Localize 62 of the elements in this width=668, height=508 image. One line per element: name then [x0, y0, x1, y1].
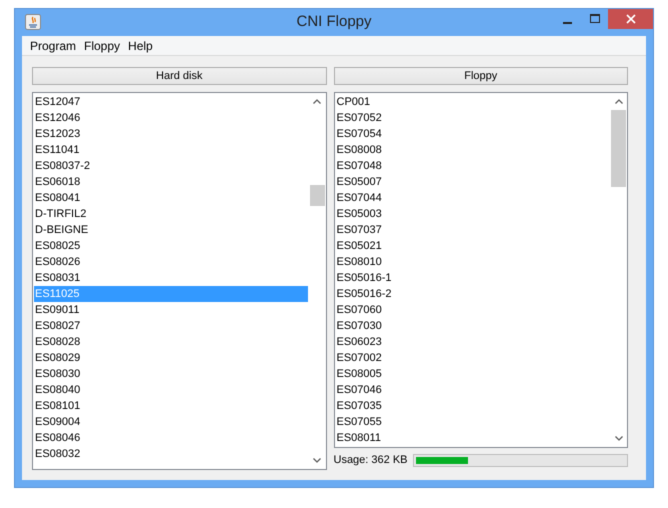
scroll-up-icon[interactable]	[614, 99, 622, 104]
list-item[interactable]: ES09011	[34, 302, 308, 318]
menu-item[interactable]: Program	[26, 36, 80, 54]
list-item[interactable]: ES08025	[34, 238, 308, 254]
list-item[interactable]: CP001	[336, 94, 609, 110]
list-item[interactable]: ES08028	[34, 334, 308, 350]
scroll-thumb[interactable]	[611, 110, 626, 187]
list-item[interactable]: ES08008	[336, 142, 609, 158]
app-icon	[25, 14, 41, 30]
list-item[interactable]: ES12023	[34, 126, 308, 142]
close-button[interactable]	[608, 9, 653, 29]
list-item[interactable]: ES05021	[336, 238, 609, 254]
list-item[interactable]: ES05016-2	[336, 286, 609, 302]
minimize-icon	[563, 22, 572, 24]
window-title: CNI Floppy	[296, 12, 372, 32]
usage-label: Usage: 362 KB	[334, 452, 408, 468]
list-item[interactable]: ES08037-2	[34, 158, 308, 174]
list-item[interactable]: ES07060	[336, 302, 609, 318]
list-item[interactable]: ES07044	[336, 190, 609, 206]
list-item[interactable]: ES05007	[336, 174, 609, 190]
list-item[interactable]: ES07002	[336, 350, 609, 366]
close-icon	[626, 14, 636, 24]
list-item[interactable]: ES08027	[34, 318, 308, 334]
list-item[interactable]: ES05016-1	[336, 270, 609, 286]
maximize-icon	[590, 14, 600, 24]
scroll-up-icon[interactable]	[313, 99, 321, 104]
list-item[interactable]: ES07035	[336, 398, 609, 414]
list-item[interactable]: D-BEIGNE	[34, 222, 308, 238]
list-item[interactable]: ES07052	[336, 110, 609, 126]
list-item[interactable]: ES08041	[34, 190, 308, 206]
list-item[interactable]: ES07055	[336, 414, 609, 430]
list-item[interactable]: ES07046	[336, 382, 609, 398]
list-item[interactable]: ES08032	[34, 446, 308, 462]
menu-item[interactable]: Floppy	[80, 36, 124, 54]
list-item[interactable]: ES08026	[34, 254, 308, 270]
list-item[interactable]: ES08029	[34, 350, 308, 366]
scroll-thumb[interactable]	[310, 185, 324, 206]
scroll-down-icon[interactable]	[313, 458, 321, 463]
list-item[interactable]: ES05003	[336, 206, 609, 222]
list-item[interactable]: ES07048	[336, 158, 609, 174]
list-item[interactable]: ES08010	[336, 254, 609, 270]
panel-button[interactable]: Floppy	[334, 67, 628, 85]
list-item[interactable]: ES11041	[34, 142, 308, 158]
list-item[interactable]: ES07037	[336, 222, 609, 238]
menu-item[interactable]: Help	[124, 36, 157, 54]
list-item[interactable]: ES09004	[34, 414, 308, 430]
list-item[interactable]: ES08005	[336, 366, 609, 382]
list-item[interactable]: ES08031	[34, 270, 308, 286]
panel-button[interactable]: Hard disk	[32, 67, 326, 85]
list-item[interactable]: ES08030	[34, 366, 308, 382]
list-item[interactable]: ES12046	[34, 110, 308, 126]
list-item[interactable]: D-TIRFIL2	[34, 206, 308, 222]
list-item[interactable]: ES08101	[34, 398, 308, 414]
list-item[interactable]: ES08040	[34, 382, 308, 398]
list-item[interactable]: ES07030	[336, 318, 609, 334]
list-item[interactable]: ES12047	[34, 94, 308, 110]
list-item[interactable]: ES07054	[336, 126, 609, 142]
scroll-down-icon[interactable]	[614, 436, 622, 441]
list-item[interactable]: ES06018	[34, 174, 308, 190]
list-item[interactable]: ES08011	[336, 430, 609, 446]
list-item[interactable]: ES06023	[336, 334, 609, 350]
list-item[interactable]: ES08046	[34, 430, 308, 446]
